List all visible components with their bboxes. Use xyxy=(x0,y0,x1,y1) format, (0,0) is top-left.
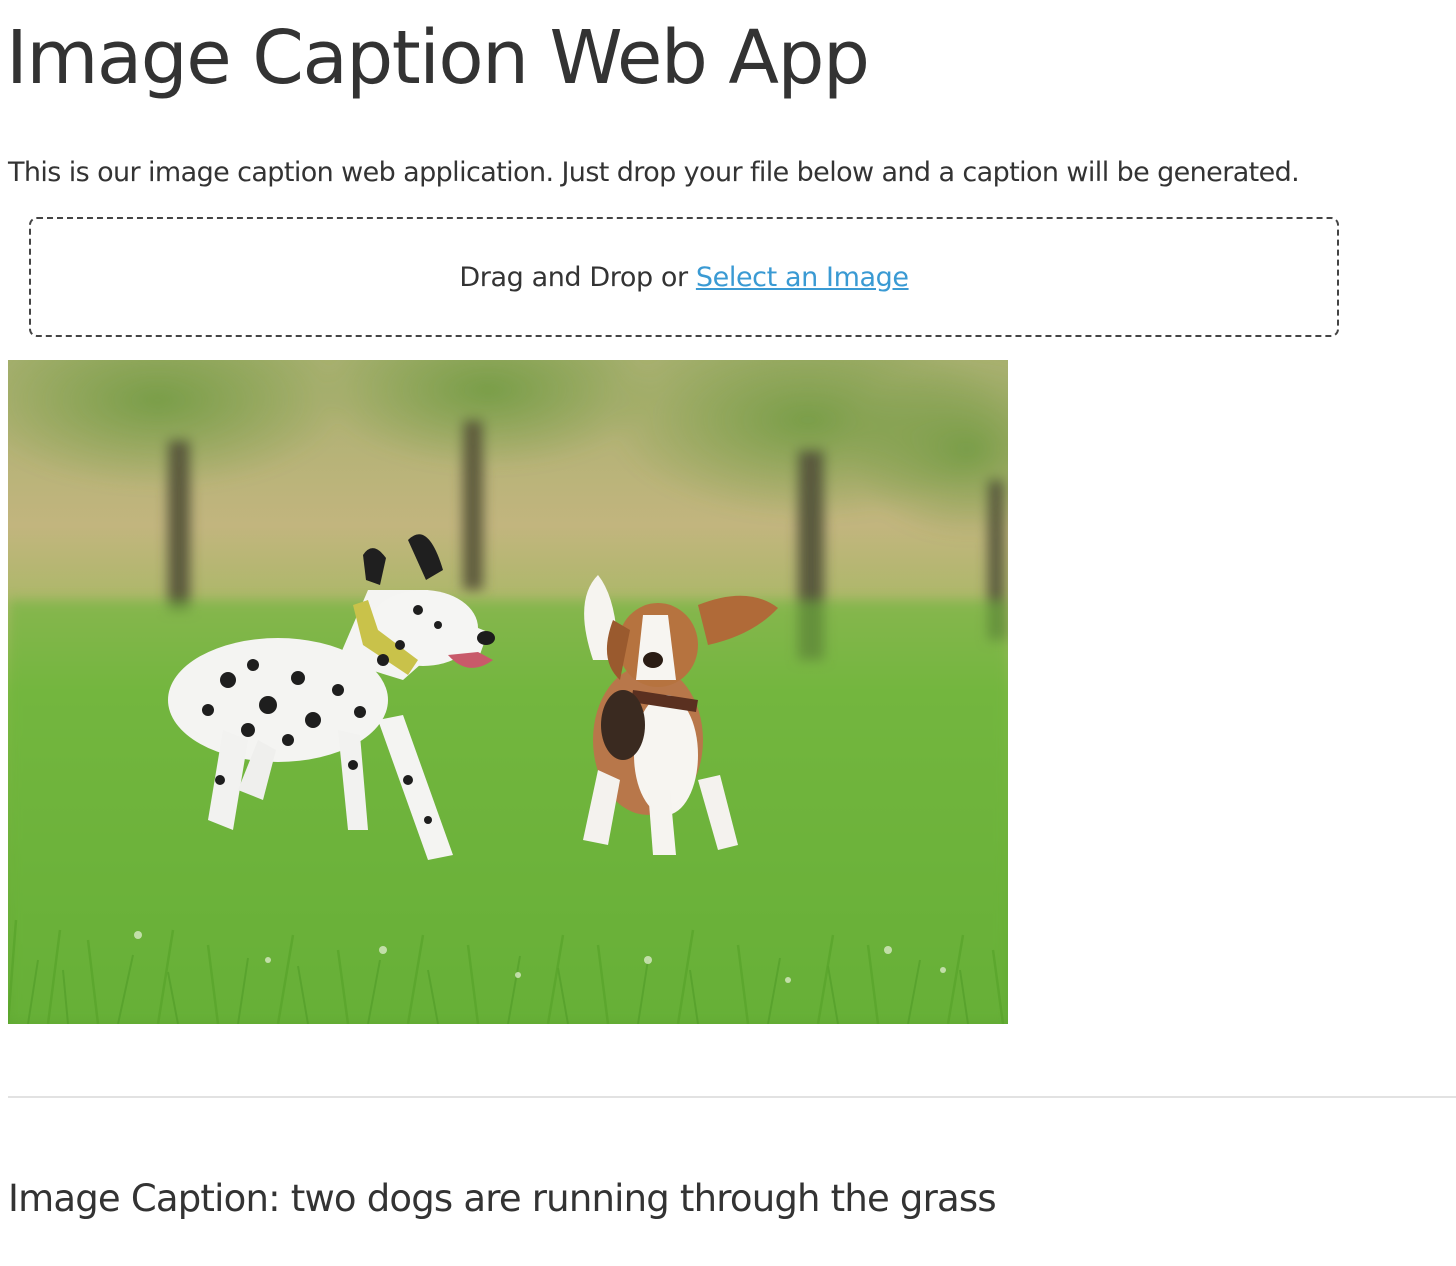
caption-label: Image Caption: xyxy=(8,1177,281,1220)
dropzone-prompt: Drag and Drop or xyxy=(459,261,688,293)
uploaded-image-preview xyxy=(8,360,1008,1024)
section-divider xyxy=(8,1096,1456,1098)
image-dropzone[interactable]: Drag and Drop or Select an Image xyxy=(29,217,1339,337)
dog-photo xyxy=(8,360,1008,1024)
select-image-link[interactable]: Select an Image xyxy=(696,262,909,293)
caption-text: two dogs are running through the grass xyxy=(290,1177,997,1220)
image-caption: Image Caption: two dogs are running thro… xyxy=(8,1173,997,1225)
page-title: Image Caption Web App xyxy=(6,15,870,101)
intro-text: This is our image caption web applicatio… xyxy=(8,157,1300,188)
